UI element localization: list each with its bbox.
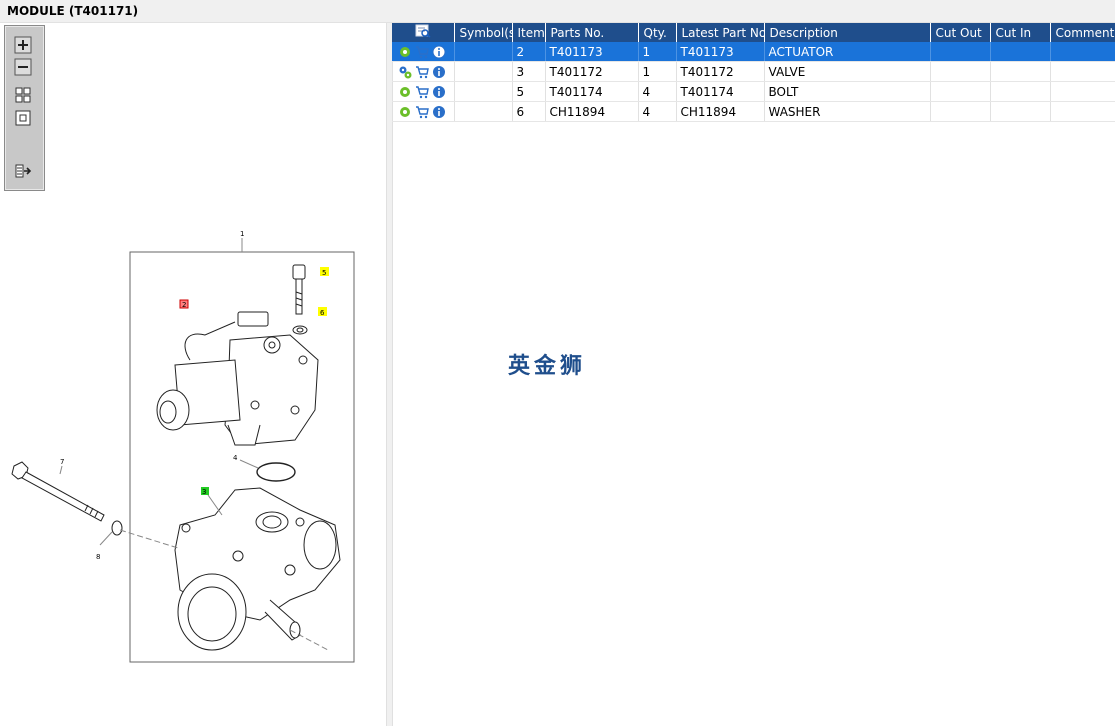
- fit-all-icon[interactable]: [14, 86, 32, 104]
- cell-comment: [1050, 81, 1115, 102]
- cell-symbols: [454, 101, 513, 122]
- cell-comment: [1050, 61, 1115, 82]
- bolt-washer-part: [111, 520, 123, 536]
- window-title: MODULE (T401171): [7, 4, 139, 18]
- column-header-comment[interactable]: Comment: [1050, 23, 1115, 42]
- pane-splitter[interactable]: [386, 23, 393, 726]
- fit-window-icon[interactable]: [14, 109, 32, 127]
- table-row[interactable]: 5 T401174 4 T401174 BOLT: [392, 81, 1115, 102]
- export-icon[interactable]: [14, 162, 32, 180]
- cell-description: BOLT: [764, 81, 931, 102]
- cell-symbols: [454, 81, 513, 102]
- cell-parts-no: T401172: [545, 61, 639, 82]
- cell-item: 5: [512, 81, 546, 102]
- row-actions: [392, 61, 455, 82]
- callout-7: 7: [60, 458, 64, 466]
- cell-qty: 4: [638, 101, 677, 122]
- cell-latest-part-no: T401172: [676, 61, 765, 82]
- cell-latest-part-no: T401174: [676, 81, 765, 102]
- bolt-part: [292, 264, 306, 315]
- cell-cut-out: [930, 42, 991, 62]
- long-bolt-part: [11, 461, 105, 522]
- parts-table: Symbol(s) Item Parts No. Qty. Latest Par…: [392, 23, 1115, 122]
- column-header-parts-no[interactable]: Parts No.: [545, 23, 639, 42]
- cell-cut-out: [930, 81, 991, 102]
- cell-symbols: [454, 42, 513, 62]
- gear-icon[interactable]: [398, 85, 412, 99]
- table-row[interactable]: 2 T401173 1 T401173 ACTUATOR: [392, 42, 1115, 62]
- cell-description: ACTUATOR: [764, 42, 931, 62]
- viewer-toolbar: [4, 25, 45, 191]
- table-row[interactable]: 3 T401172 1 T401172 VALVE: [392, 61, 1115, 82]
- column-header-latest-part-no[interactable]: Latest Part No.: [676, 23, 765, 42]
- cell-cut-in: [990, 101, 1051, 122]
- callout-1: 1: [240, 230, 244, 238]
- cell-cut-in: [990, 61, 1051, 82]
- watermark-text: 英金狮: [508, 354, 587, 379]
- cell-qty: 1: [638, 42, 677, 62]
- cell-cut-out: [930, 101, 991, 122]
- callout-6: 6: [320, 309, 325, 317]
- gear-icon[interactable]: [398, 45, 412, 59]
- column-header-description[interactable]: Description: [764, 23, 931, 42]
- cell-item: 2: [512, 42, 546, 62]
- callout-4: 4: [233, 454, 238, 462]
- column-header-cut-out[interactable]: Cut Out: [930, 23, 991, 42]
- cell-parts-no: T401174: [545, 81, 639, 102]
- cell-qty: 4: [638, 81, 677, 102]
- cell-comment: [1050, 42, 1115, 62]
- cell-item: 3: [512, 61, 546, 82]
- cell-qty: 1: [638, 61, 677, 82]
- cell-description: VALVE: [764, 61, 931, 82]
- callout-5: 5: [322, 269, 326, 277]
- info-icon[interactable]: [432, 105, 446, 119]
- row-actions: [392, 101, 455, 122]
- zoom-out-icon[interactable]: [14, 58, 32, 76]
- exploded-parts-diagram[interactable]: 1 5 6 2 4 3 7 8: [0, 210, 386, 726]
- column-header-qty[interactable]: Qty.: [638, 23, 677, 42]
- gears-icon[interactable]: [398, 65, 412, 79]
- cart-icon[interactable]: [415, 65, 429, 79]
- row-actions: [392, 42, 455, 62]
- window-titlebar: MODULE (T401171): [0, 0, 1115, 23]
- callout-2: 2: [182, 301, 186, 309]
- cell-cut-out: [930, 61, 991, 82]
- cell-parts-no: T401173: [545, 42, 639, 62]
- column-header-cut-in[interactable]: Cut In: [990, 23, 1051, 42]
- table-header-row: Symbol(s) Item Parts No. Qty. Latest Par…: [392, 23, 1115, 42]
- cart-icon[interactable]: [415, 45, 429, 59]
- cell-parts-no: CH11894: [545, 101, 639, 122]
- info-icon[interactable]: [432, 85, 446, 99]
- row-actions: [392, 81, 455, 102]
- cell-symbols: [454, 61, 513, 82]
- info-icon[interactable]: [432, 45, 446, 59]
- parts-table-container: Symbol(s) Item Parts No. Qty. Latest Par…: [392, 23, 1115, 123]
- o-ring-part: [256, 462, 296, 482]
- cell-latest-part-no: CH11894: [676, 101, 765, 122]
- gear-icon[interactable]: [398, 105, 412, 119]
- table-row[interactable]: 6 CH11894 4 CH11894 WASHER: [392, 101, 1115, 122]
- cell-latest-part-no: T401173: [676, 42, 765, 62]
- callout-3: 3: [202, 488, 206, 496]
- column-header-symbols[interactable]: Symbol(s): [454, 23, 513, 42]
- cell-cut-in: [990, 42, 1051, 62]
- column-header-view[interactable]: [392, 23, 455, 42]
- cell-comment: [1050, 101, 1115, 122]
- cart-icon[interactable]: [415, 105, 429, 119]
- cell-description: WASHER: [764, 101, 931, 122]
- view-lookup-icon[interactable]: [415, 24, 431, 38]
- valve-body-part: [174, 487, 341, 651]
- column-header-item[interactable]: Item: [512, 23, 546, 42]
- info-icon[interactable]: [432, 65, 446, 79]
- cell-cut-in: [990, 81, 1051, 102]
- cart-icon[interactable]: [415, 85, 429, 99]
- zoom-in-icon[interactable]: [14, 36, 32, 54]
- cell-item: 6: [512, 101, 546, 122]
- callout-8: 8: [96, 553, 100, 561]
